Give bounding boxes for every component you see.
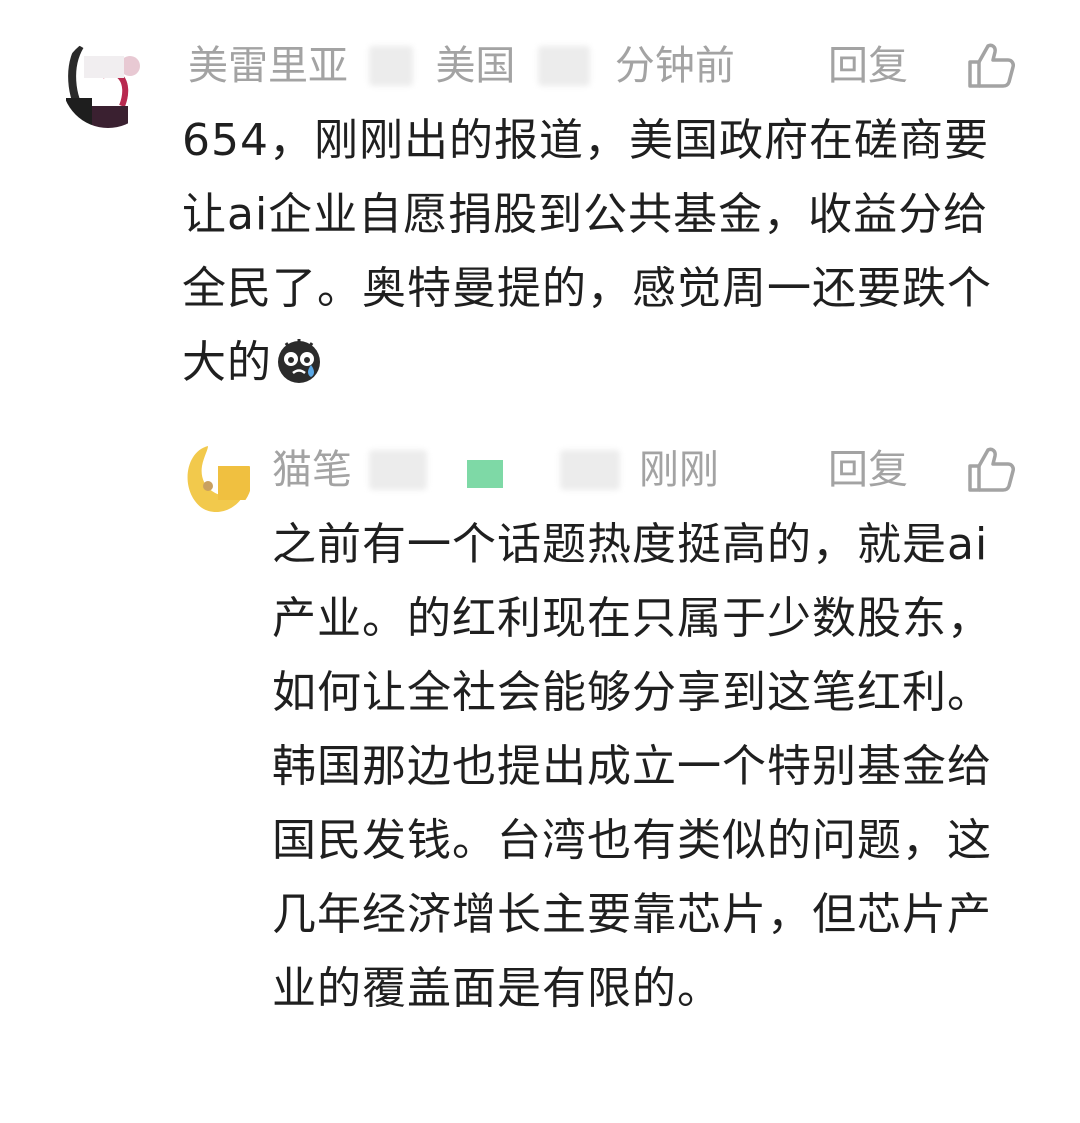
comment-meta: 美雷里亚 美国 分钟前 bbox=[188, 38, 735, 94]
redacted-region bbox=[560, 450, 621, 490]
timestamp: 分钟前 bbox=[614, 43, 735, 89]
avatar[interactable] bbox=[62, 36, 154, 128]
avatar-image bbox=[62, 36, 154, 128]
comment-meta: 猫笔 刚刚 bbox=[272, 442, 719, 498]
comment-text: 之前有一个话题热度挺高的，就是ai产业。的红利现在只属于少数股东，如何让全社会能… bbox=[272, 519, 992, 1014]
avatar-image bbox=[178, 442, 252, 516]
redacted-region bbox=[368, 450, 427, 490]
comment-text: 654，刚刚出的报道，美国政府在磋商要让ai企业自愿捐股到公共基金，收益分给全民… bbox=[182, 104, 1022, 400]
redacted-region bbox=[467, 460, 504, 488]
thumbs-up-icon bbox=[968, 43, 1015, 88]
author-name[interactable]: 猫笔 bbox=[272, 442, 352, 498]
timestamp: 刚刚 bbox=[638, 447, 719, 493]
reply-comment: 猫笔 刚刚 回复 之前有一个话题热度挺高的，就是ai产业。的红利现在只属于少数股… bbox=[0, 420, 1080, 1100]
reply-button[interactable]: 回复 bbox=[828, 442, 908, 498]
reply-button[interactable]: 回复 bbox=[828, 38, 908, 94]
location: 美国 bbox=[435, 43, 516, 89]
redacted-region bbox=[538, 46, 591, 86]
thumbs-up-icon bbox=[968, 447, 1015, 492]
like-button[interactable] bbox=[966, 444, 1016, 494]
redacted-region bbox=[368, 46, 413, 86]
like-button[interactable] bbox=[966, 40, 1016, 90]
avatar[interactable] bbox=[178, 442, 252, 516]
author-name[interactable]: 美雷里亚 bbox=[188, 38, 348, 94]
crying-face-icon bbox=[278, 339, 320, 383]
comment: 美雷里亚 美国 分钟前 回复 654，刚刚出的报道，美国政府在磋商要让ai企业自… bbox=[0, 0, 1080, 410]
